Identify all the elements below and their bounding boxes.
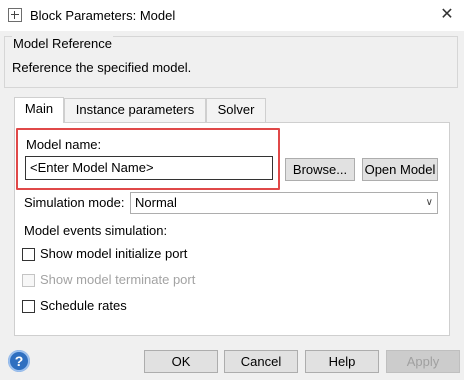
help-button[interactable]: Help	[305, 350, 379, 373]
window-title: Block Parameters: Model	[30, 8, 176, 23]
block-parameters-icon	[8, 8, 22, 22]
show-initialize-port-label[interactable]: Show model initialize port	[40, 246, 187, 261]
model-name-label: Model name:	[26, 137, 102, 152]
group-description: Reference the specified model.	[12, 60, 192, 75]
apply-button: Apply	[386, 350, 460, 373]
open-model-button[interactable]: Open Model	[362, 158, 438, 181]
simulation-mode-select[interactable]: Normal ∨	[130, 192, 438, 214]
help-icon[interactable]: ?	[8, 350, 30, 372]
close-icon[interactable]: ✕	[436, 4, 458, 26]
model-name-input[interactable]: <Enter Model Name>	[25, 156, 273, 180]
schedule-rates-checkbox[interactable]	[22, 300, 35, 313]
simulation-mode-value: Normal	[135, 195, 177, 210]
show-initialize-port-checkbox[interactable]	[22, 248, 35, 261]
chevron-down-icon: ∨	[425, 197, 433, 208]
title-bar: Block Parameters: Model ✕	[0, 0, 464, 31]
browse-button[interactable]: Browse...	[285, 158, 355, 181]
ok-button[interactable]: OK	[144, 350, 218, 373]
model-events-label: Model events simulation:	[24, 223, 168, 238]
tab-solver[interactable]: Solver	[206, 98, 266, 122]
group-title: Model Reference	[12, 36, 113, 51]
schedule-rates-label[interactable]: Schedule rates	[40, 298, 127, 313]
tab-main[interactable]: Main	[14, 97, 64, 123]
show-terminate-port-checkbox	[22, 274, 35, 287]
cancel-button[interactable]: Cancel	[224, 350, 298, 373]
show-terminate-port-label: Show model terminate port	[40, 272, 196, 287]
tab-instance-parameters[interactable]: Instance parameters	[64, 98, 206, 122]
simulation-mode-label: Simulation mode:	[24, 195, 125, 210]
